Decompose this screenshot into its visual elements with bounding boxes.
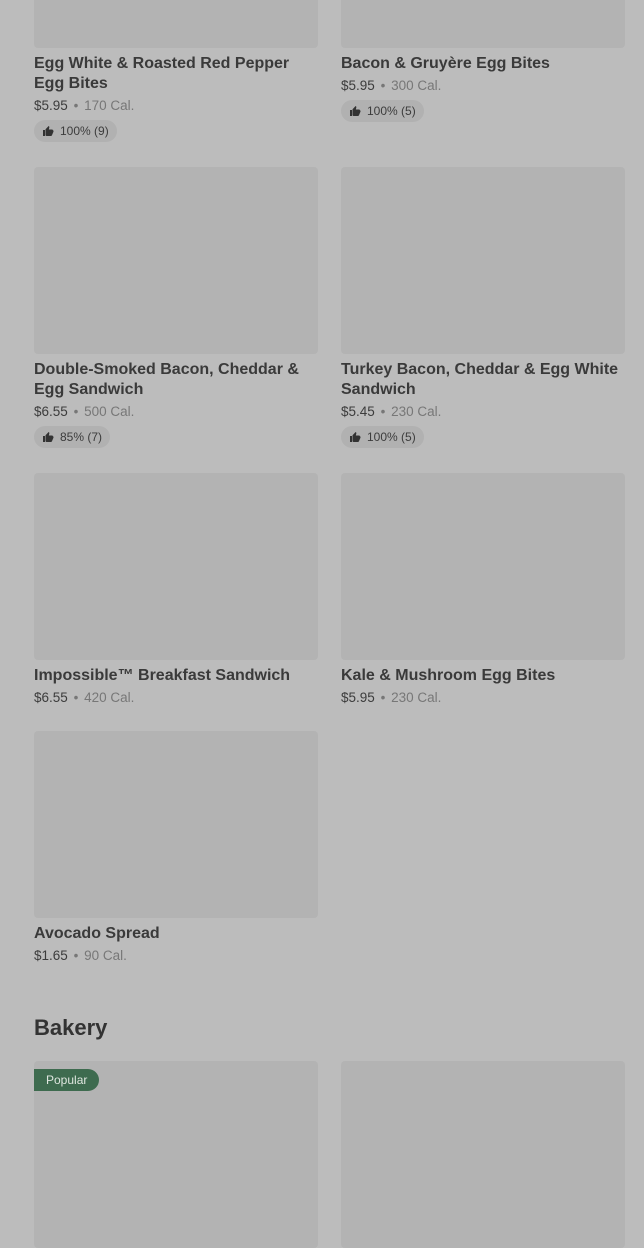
menu-item-name: Kale & Mushroom Egg Bites [341,667,556,684]
rating-text: 100% (5) [367,430,416,444]
menu-item-calories: 420 Cal. [84,690,135,705]
menu-item-image [34,167,318,354]
menu-item-card[interactable]: Avocado Spread $1.65 • 90 Cal. [34,731,318,965]
rating-text: 100% (5) [367,104,416,118]
menu-item-calories: 90 Cal. [84,948,127,963]
menu-item-image [34,473,318,660]
menu-item-calories: 500 Cal. [84,404,135,419]
separator: • [73,948,79,963]
menu-item-image: Popular [34,1061,318,1248]
menu-item-card[interactable]: Bacon & Gruyère Egg Bites $5.95 • 300 Ca… [341,0,625,122]
thumbs-up-icon [43,126,54,136]
menu-item-meta: $5.95 • 300 Cal. [341,77,625,95]
menu-item-price: $5.45 [341,404,375,419]
menu-item-meta: $1.65 • 90 Cal. [34,947,318,965]
separator: • [380,78,386,93]
rating-text: 85% (7) [60,430,103,444]
rating-badge: 100% (5) [341,426,424,448]
menu-item-image [341,1061,625,1248]
menu-item-meta: $5.95 • 170 Cal. [34,97,318,115]
menu-item-price: $5.95 [34,98,68,113]
popular-badge: Popular [34,1069,100,1091]
separator: • [380,690,386,705]
menu-item-image [34,731,318,918]
menu-item-price: $6.55 [34,690,68,705]
menu-item-calories: 230 Cal. [391,690,442,705]
thumbs-up-icon [350,106,361,116]
menu-item-price: $5.95 [341,690,375,705]
rating-badge: 100% (5) [341,100,424,122]
menu-item-image [341,167,625,354]
rating-text: 100% (9) [60,124,109,138]
menu-item-name: Egg White & Roasted Red Pepper Egg Bites [34,55,290,92]
menu-item-name: Bacon & Gruyère Egg Bites [341,55,550,72]
menu-item-name: Avocado Spread [34,925,160,942]
menu-item-image [341,473,625,660]
menu-item-price: $5.95 [341,78,375,93]
rating-badge: 100% (9) [34,120,117,142]
menu-item-price: $6.55 [34,404,68,419]
thumbs-up-icon [43,432,54,442]
menu-item-name: Impossible™ Breakfast Sandwich [34,667,291,684]
section-title-bakery: Bakery [34,1015,108,1040]
menu-item-calories: 170 Cal. [84,98,135,113]
menu-item-card[interactable]: Turkey Bacon, Cheddar & Egg White Sandwi… [341,167,625,448]
menu-item-meta: $6.55 • 500 Cal. [34,403,318,421]
bakery-item-card[interactable] [341,1061,625,1248]
separator: • [380,404,386,419]
menu-item-meta: $5.95 • 230 Cal. [341,689,625,707]
menu-item-price: $1.65 [34,948,68,963]
separator: • [73,98,79,113]
menu-item-name: Double-Smoked Bacon, Cheddar & Egg Sandw… [34,361,299,398]
separator: • [73,404,79,419]
menu-item-meta: $6.55 • 420 Cal. [34,689,318,707]
menu-item-calories: 230 Cal. [391,404,442,419]
menu-item-calories: 300 Cal. [391,78,442,93]
separator: • [73,690,79,705]
menu-item-name: Turkey Bacon, Cheddar & Egg White Sandwi… [341,361,619,398]
menu-item-image [341,0,625,48]
rating-badge: 85% (7) [34,426,111,448]
menu-item-card[interactable]: Egg White & Roasted Red Pepper Egg Bites… [34,0,318,142]
menu-item-image [34,0,318,48]
menu-item-card[interactable]: Impossible™ Breakfast Sandwich $6.55 • 4… [34,473,318,707]
thumbs-up-icon [350,432,361,442]
bakery-item-card[interactable]: Popular [34,1061,318,1248]
menu-item-card[interactable]: Kale & Mushroom Egg Bites $5.95 • 230 Ca… [341,473,625,707]
menu-item-card[interactable]: Double-Smoked Bacon, Cheddar & Egg Sandw… [34,167,318,448]
menu-item-meta: $5.45 • 230 Cal. [341,403,625,421]
